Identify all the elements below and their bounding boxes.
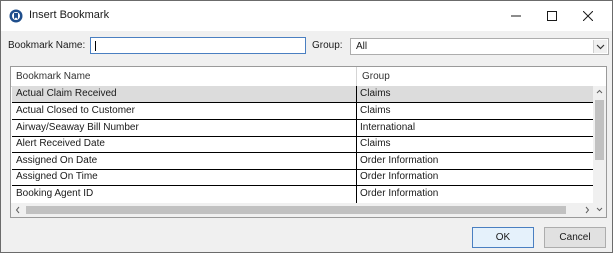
window-title: Insert Bookmark [29, 9, 110, 21]
cell-group: Claims [360, 138, 391, 149]
cell-bookmark-name: Actual Closed to Customer [16, 105, 135, 116]
table-row[interactable]: Booking Agent ID Order Information [12, 186, 595, 202]
close-button[interactable] [570, 1, 606, 31]
vertical-scroll-thumb[interactable] [595, 100, 604, 160]
horizontal-scrollbar[interactable] [11, 203, 594, 217]
group-label: Group: [312, 40, 343, 51]
cell-group: International [360, 122, 416, 133]
scrollbar-corner [593, 203, 606, 217]
minimize-icon [511, 15, 521, 17]
table-row[interactable]: Actual Claim Received Claims [12, 86, 595, 103]
cell-bookmark-name: Airway/Seaway Bill Number [16, 122, 139, 133]
text-caret [95, 41, 96, 51]
column-divider [356, 86, 357, 203]
table-row[interactable]: Airway/Seaway Bill Number International [12, 120, 595, 137]
app-icon [9, 9, 23, 23]
scroll-right-icon[interactable] [581, 203, 593, 217]
column-header-group[interactable]: Group [356, 67, 595, 87]
table-row[interactable]: Assigned On Date Order Information [12, 153, 595, 170]
cancel-button[interactable]: Cancel [544, 227, 606, 248]
bookmark-name-input[interactable] [90, 37, 306, 54]
ok-button[interactable]: OK [472, 227, 534, 248]
bookmark-name-label: Bookmark Name: [8, 40, 86, 51]
title-bar[interactable]: Insert Bookmark [1, 1, 612, 31]
cell-group: Claims [360, 88, 391, 99]
table-row[interactable]: Assigned On Time Order Information [12, 169, 595, 186]
group-selected-value: All [356, 41, 368, 52]
group-dropdown-button[interactable] [593, 40, 607, 53]
vertical-scrollbar[interactable] [593, 86, 606, 203]
table-row[interactable]: Alert Received Date Claims [12, 136, 595, 153]
cell-bookmark-name: Assigned On Time [16, 171, 98, 182]
column-header-label: Bookmark Name [16, 71, 91, 82]
scroll-down-icon[interactable] [593, 203, 606, 217]
maximize-button[interactable] [534, 1, 570, 31]
group-dropdown[interactable]: All [350, 38, 609, 55]
cell-group: Claims [360, 105, 391, 116]
cell-bookmark-name: Actual Claim Received [16, 88, 117, 99]
cell-group: Order Information [360, 155, 439, 166]
minimize-button[interactable] [498, 1, 534, 31]
insert-bookmark-dialog: Insert Bookmark Bookmark Name: Group: Al… [0, 0, 613, 253]
cell-bookmark-name: Assigned On Date [16, 155, 98, 166]
table-row[interactable]: Actual Closed to Customer Claims [12, 103, 595, 120]
column-header-bookmark-name[interactable]: Bookmark Name [11, 67, 356, 87]
close-icon [583, 11, 593, 21]
horizontal-scroll-thumb[interactable] [26, 206, 566, 214]
chevron-down-icon [596, 44, 605, 49]
cell-bookmark-name: Booking Agent ID [16, 188, 94, 199]
cell-group: Order Information [360, 188, 439, 199]
maximize-icon [547, 11, 557, 21]
column-header-label: Group [362, 71, 390, 82]
scroll-up-icon[interactable] [593, 86, 606, 98]
cell-bookmark-name: Alert Received Date [16, 138, 105, 149]
scroll-left-icon[interactable] [12, 203, 24, 217]
bookmark-grid[interactable]: Bookmark Name Group Actual Claim Receive… [10, 66, 607, 218]
cell-group: Order Information [360, 171, 439, 182]
